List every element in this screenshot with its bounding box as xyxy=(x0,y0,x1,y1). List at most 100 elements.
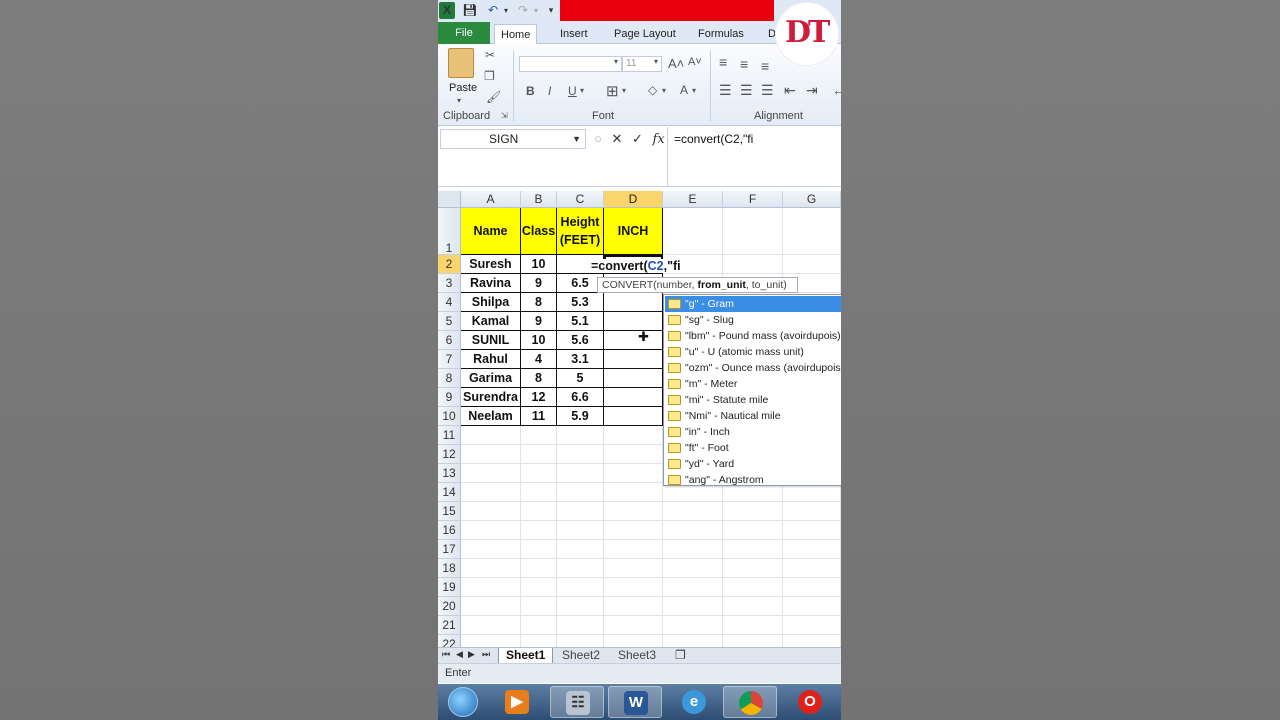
grid-cell[interactable] xyxy=(604,559,663,578)
opera-icon[interactable]: O xyxy=(783,686,837,718)
sheet-tab-2[interactable]: Sheet2 xyxy=(555,648,607,663)
borders-icon[interactable]: ⊞ xyxy=(606,82,619,100)
grid-cell[interactable] xyxy=(604,540,663,559)
sheet-tab-1[interactable]: Sheet1 xyxy=(498,648,554,663)
dropdown-item[interactable]: "lbm" - Pound mass (avoirdupois) xyxy=(665,328,841,344)
tab-formulas[interactable]: Formulas xyxy=(692,24,750,44)
grid-cell[interactable] xyxy=(723,208,783,255)
class-cell[interactable]: 10 xyxy=(521,255,557,274)
name-box-dropdown-icon[interactable]: ▼ xyxy=(572,130,581,148)
header-height-cell[interactable]: Height (FEET) xyxy=(557,208,604,255)
grid-cell[interactable] xyxy=(723,255,783,274)
grid-cell[interactable] xyxy=(461,502,521,521)
grid-cell[interactable] xyxy=(783,597,841,616)
class-cell[interactable]: 11 xyxy=(521,407,557,426)
next-sheet-icon[interactable]: ▶ xyxy=(468,649,475,660)
grid-cell[interactable] xyxy=(557,597,604,616)
grid-cell[interactable] xyxy=(461,445,521,464)
grid-cell[interactable] xyxy=(783,578,841,597)
fill-color-dropdown-icon[interactable]: ▾ xyxy=(662,86,666,95)
grid-cell[interactable] xyxy=(663,502,723,521)
insert-function-icon[interactable]: fx xyxy=(653,132,665,147)
grid-cell[interactable] xyxy=(604,464,663,483)
row-header[interactable]: 9 xyxy=(438,388,461,407)
grid-cell[interactable] xyxy=(461,540,521,559)
grid-cell[interactable] xyxy=(521,483,557,502)
enter-check-icon[interactable]: ✓ xyxy=(632,131,643,146)
grid-cell[interactable] xyxy=(663,578,723,597)
autocomplete-dropdown[interactable]: "g" - Gram "sg" - Slug "lbm" - Pound mass … xyxy=(663,294,841,486)
grid-cell[interactable] xyxy=(783,502,841,521)
align-center-icon[interactable]: ☰ xyxy=(740,82,753,99)
worksheet-grid[interactable]: A B C D E F G 1 2 3 4 5 6 7 8 9 10 11 12 13 14 15 16 17 1… xyxy=(438,191,841,654)
class-cell[interactable]: 9 xyxy=(521,312,557,331)
start-icon[interactable] xyxy=(448,687,478,717)
italic-icon[interactable]: I xyxy=(548,84,551,98)
paste-label[interactable]: Paste xyxy=(449,82,477,94)
grow-font-icon[interactable]: A˄ xyxy=(668,56,684,71)
row-header[interactable]: 17 xyxy=(438,540,461,559)
grid-cell[interactable] xyxy=(783,559,841,578)
first-sheet-icon[interactable]: ⏮ xyxy=(442,649,450,660)
align-left-icon[interactable]: ☰ xyxy=(719,82,732,99)
grid-cell[interactable] xyxy=(521,521,557,540)
grid-cell[interactable] xyxy=(604,521,663,540)
column-header-g[interactable]: G xyxy=(783,191,841,208)
row-header[interactable]: 6 xyxy=(438,331,461,350)
row-header[interactable]: 4 xyxy=(438,293,461,312)
name-cell[interactable]: Neelam xyxy=(461,407,521,426)
grid-cell[interactable] xyxy=(723,559,783,578)
height-cell[interactable]: 5.9 xyxy=(557,407,604,426)
font-color-icon[interactable]: A xyxy=(680,83,688,97)
top-align-icon[interactable]: ≡ xyxy=(719,54,727,70)
redo-dropdown-icon[interactable]: ▾ xyxy=(532,2,540,19)
dropdown-item[interactable]: "g" - Gram xyxy=(665,296,841,312)
dropdown-item[interactable]: "mi" - Statute mile xyxy=(665,392,841,408)
grid-cell[interactable] xyxy=(461,426,521,445)
grid-cell[interactable] xyxy=(604,616,663,635)
grid-cell[interactable] xyxy=(461,616,521,635)
redo-icon[interactable]: ↷ xyxy=(514,2,532,19)
grid-cell[interactable] xyxy=(663,597,723,616)
grid-cell[interactable] xyxy=(461,464,521,483)
name-cell[interactable]: Ravina xyxy=(461,274,521,293)
dropdown-item[interactable]: "ft" - Foot xyxy=(665,440,841,456)
row-header[interactable]: 15 xyxy=(438,502,461,521)
cancel-icon[interactable]: ✕ xyxy=(611,131,622,146)
column-header-b[interactable]: B xyxy=(521,191,557,208)
font-size-dropdown-icon[interactable]: ▾ xyxy=(654,57,658,66)
inch-cell[interactable] xyxy=(604,369,663,388)
grid-cell[interactable] xyxy=(557,426,604,445)
internet-explorer-icon[interactable]: e xyxy=(667,686,721,718)
header-name-cell[interactable]: Name xyxy=(461,208,521,255)
class-cell[interactable]: 9 xyxy=(521,274,557,293)
row-header[interactable]: 1 xyxy=(438,208,461,255)
height-cell[interactable]: 6.6 xyxy=(557,388,604,407)
underline-dropdown-icon[interactable]: ▾ xyxy=(580,86,584,95)
insert-sheet-icon[interactable]: ❐ xyxy=(668,648,693,663)
class-cell[interactable]: 12 xyxy=(521,388,557,407)
dropdown-item[interactable]: "Nmi" - Nautical mile xyxy=(665,408,841,424)
format-painter-icon[interactable]: 🖌︎ xyxy=(486,90,501,104)
grid-cell[interactable] xyxy=(723,578,783,597)
inch-cell[interactable] xyxy=(604,312,663,331)
undo-dropdown-icon[interactable]: ▾ xyxy=(502,2,510,19)
middle-align-icon[interactable]: ≡ xyxy=(740,56,748,72)
grid-cell[interactable] xyxy=(521,540,557,559)
header-class-cell[interactable]: Class xyxy=(521,208,557,255)
class-cell[interactable]: 10 xyxy=(521,331,557,350)
prev-sheet-icon[interactable]: ◀ xyxy=(456,649,463,660)
grid-cell[interactable] xyxy=(557,445,604,464)
grid-cell[interactable] xyxy=(783,208,841,255)
grid-cell[interactable] xyxy=(663,616,723,635)
grid-cell[interactable] xyxy=(723,521,783,540)
row-header[interactable]: 3 xyxy=(438,274,461,293)
inch-cell[interactable] xyxy=(604,350,663,369)
grid-cell[interactable] xyxy=(723,616,783,635)
grid-cell[interactable] xyxy=(723,597,783,616)
grid-cell[interactable] xyxy=(663,521,723,540)
media-player-icon[interactable]: ▶ xyxy=(490,686,544,718)
grid-cell[interactable] xyxy=(521,616,557,635)
row-header[interactable]: 10 xyxy=(438,407,461,426)
grid-cell[interactable] xyxy=(783,255,841,274)
